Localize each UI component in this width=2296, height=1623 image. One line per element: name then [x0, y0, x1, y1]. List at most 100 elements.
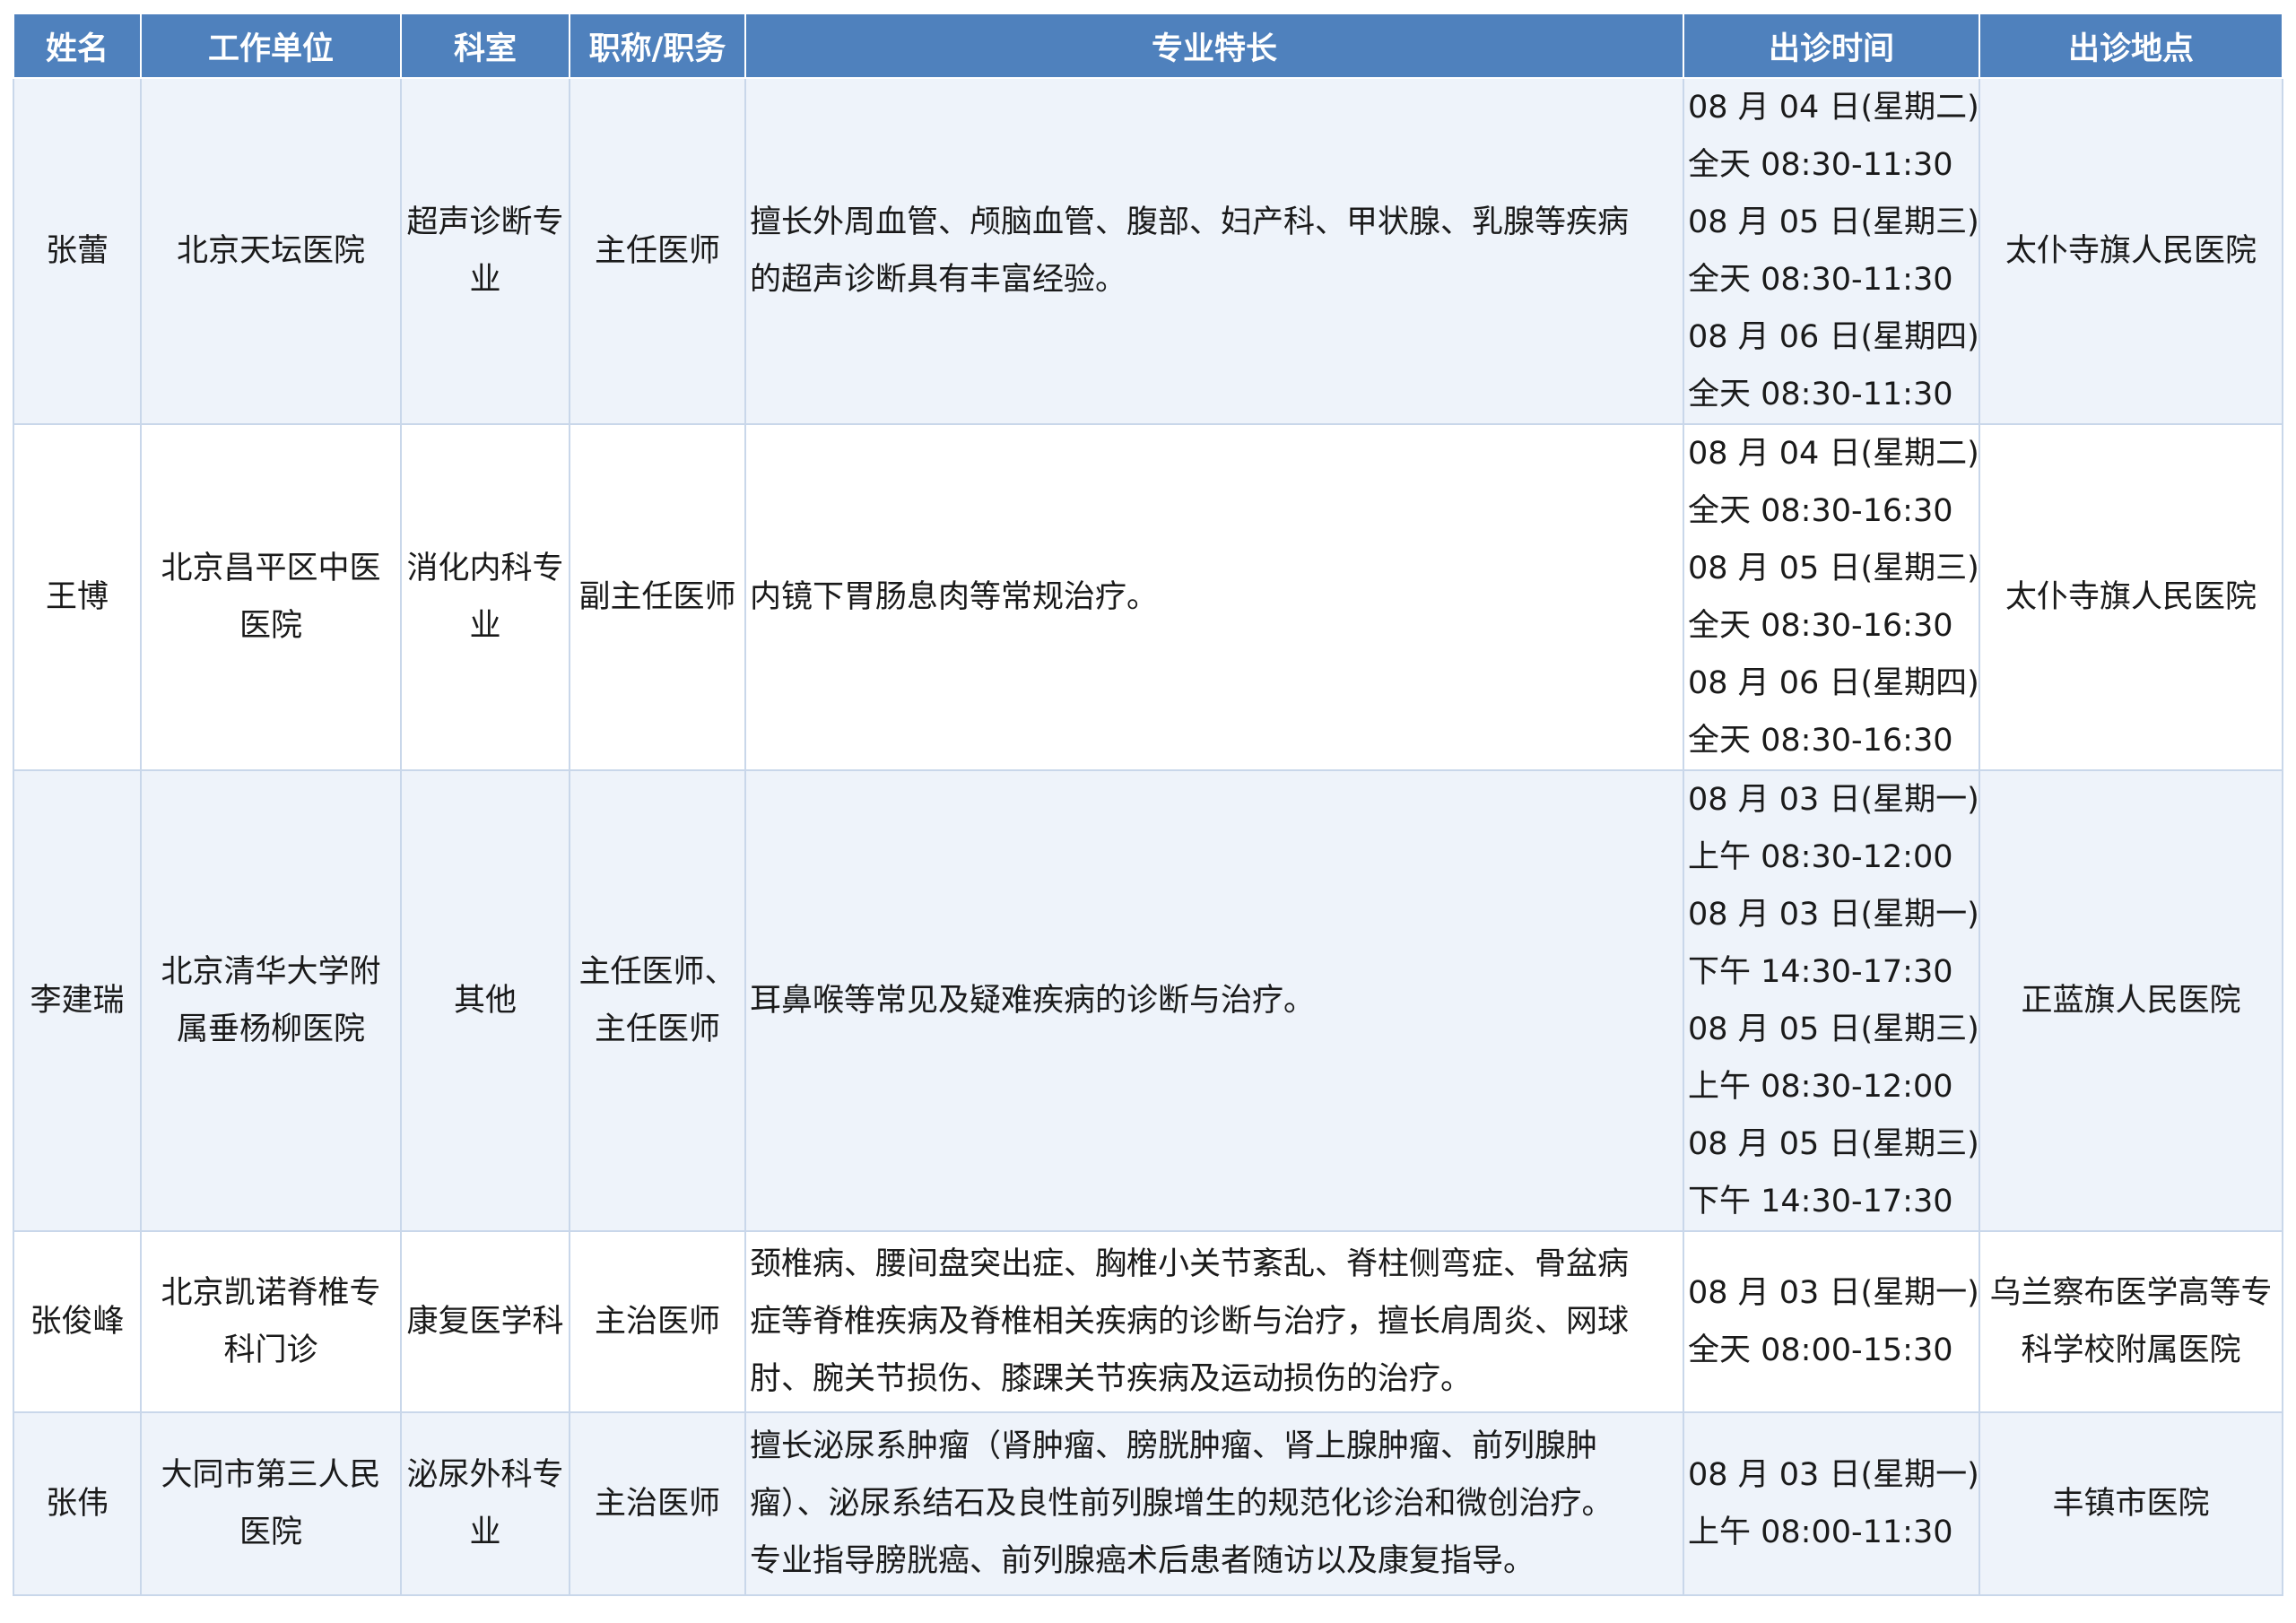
cell-name: 王博 [13, 423, 142, 771]
cell-location: 太仆寺旗人民医院 [1979, 77, 2283, 425]
header-dept: 科室 [400, 13, 570, 79]
cell-dept-line: 其他 [453, 983, 517, 1019]
cell-times-line: 08 月 03 日(星期一) [1688, 897, 1979, 933]
cell-title: 主治医师 [569, 1230, 746, 1413]
cell-times: 08 月 03 日(星期一) 全天 08:00-15:30 [1683, 1230, 1980, 1413]
cell-location: 太仆寺旗人民医院 [1979, 423, 2283, 771]
cell-specialty-line: 瘤）、泌尿系结石及良性前列腺增生的规范化诊治和微创治疗。 [750, 1486, 1613, 1522]
cell-times-line: 08 月 03 日(星期一) [1688, 1275, 1979, 1311]
cell-dept: 消化内科专业 [400, 423, 570, 771]
cell-dept: 泌尿外科专业 [400, 1411, 570, 1596]
header-row: 姓名 工作单位 科室 职称/职务 专业特长 出诊时间 出诊地点 [13, 13, 2283, 79]
cell-times-line: 08 月 04 日(星期二) [1688, 436, 1979, 472]
cell-times-line: 全天 08:00-15:30 [1688, 1332, 1953, 1368]
cell-location-line: 正蓝旗人民医院 [2021, 983, 2241, 1019]
cell-times-line: 全天 08:30-16:30 [1688, 723, 1953, 759]
cell-dept-line: 康复医学科 [406, 1304, 564, 1340]
cell-location-line: 丰镇市医院 [2052, 1486, 2210, 1522]
cell-unit: 北京凯诺脊椎专 科门诊 [140, 1230, 402, 1413]
header-location: 出诊地点 [1979, 13, 2283, 79]
cell-unit-line: 科门诊 [223, 1332, 318, 1368]
cell-specialty-line: 症等脊椎疾病及脊椎相关疾病的诊断与治疗，擅长肩周炎、网球 [750, 1304, 1630, 1340]
cell-dept-line: 业 [469, 262, 501, 298]
cell-unit-line: 医院 [239, 1515, 302, 1550]
cell-specialty: 颈椎病、腰间盘突出症、胸椎小关节紊乱、脊柱侧弯症、骨盆病 症等脊椎疾病及脊椎相关疾… [744, 1230, 1684, 1413]
table-body: 张蕾 北京天坛医院 超声诊断专业主任医师 擅长外周血管、颅脑血管、腹部、妇产科、甲状腺… [13, 77, 2283, 1596]
cell-times-line: 上午 08:30-12:00 [1688, 839, 1953, 875]
cell-times-line: 全天 08:30-11:30 [1688, 262, 1953, 298]
cell-times-line: 08 月 03 日(星期一) [1688, 782, 1979, 818]
table-row: 张伟 大同市第三人民 医院 泌尿外科专业主治医师 擅长泌尿系肿瘤（肾肿瘤、膀胱肿瘤、肾上… [13, 1411, 2283, 1596]
cell-unit: 北京天坛医院 [140, 77, 402, 425]
cell-times-line: 下午 14:30-17:30 [1688, 1184, 1953, 1219]
cell-times-line: 08 月 04 日(星期二) [1688, 90, 1979, 126]
cell-times-line: 08 月 06 日(星期四) [1688, 319, 1979, 355]
cell-location-line: 太仆寺旗人民医院 [2005, 579, 2257, 615]
cell-name: 张伟 [13, 1411, 142, 1596]
cell-times-line: 上午 08:30-12:00 [1688, 1069, 1953, 1105]
cell-times-line: 08 月 05 日(星期三) [1688, 551, 1979, 586]
cell-title-line: 主治医师 [594, 1304, 720, 1340]
cell-dept-line: 业 [469, 608, 501, 644]
cell-specialty-line: 擅长泌尿系肿瘤（肾肿瘤、膀胱肿瘤、肾上腺肿瘤、前列腺肿 [750, 1428, 1598, 1464]
header-unit: 工作单位 [140, 13, 402, 79]
doctor-schedule-table: 姓名 工作单位 科室 职称/职务 专业特长 出诊时间 出诊地点 张蕾 北京天坛医院… [13, 13, 2283, 1596]
cell-title: 主治医师 [569, 1411, 746, 1596]
cell-unit-line: 北京凯诺脊椎专 [161, 1275, 381, 1311]
cell-specialty: 擅长外周血管、颅脑血管、腹部、妇产科、甲状腺、乳腺等疾病 的超声诊断具有丰富经验。 [744, 77, 1684, 425]
cell-title-line: 主任医师 [594, 1011, 720, 1047]
cell-unit: 北京清华大学附 属垂杨柳医院 [140, 769, 402, 1232]
cell-location: 正蓝旗人民医院 [1979, 769, 2283, 1232]
cell-title: 主任医师、 主任医师 [569, 769, 746, 1232]
cell-title: 主任医师 [569, 77, 746, 425]
cell-unit: 北京昌平区中医 医院 [140, 423, 402, 771]
cell-unit: 大同市第三人民 医院 [140, 1411, 402, 1596]
table-row: 张俊峰 北京凯诺脊椎专 科门诊 康复医学科 主治医师 颈椎病、腰间盘突出症、胸椎小关节紊乱… [13, 1230, 2283, 1413]
cell-times-line: 下午 14:30-17:30 [1688, 954, 1953, 990]
cell-unit-line: 北京昌平区中医 [161, 551, 381, 586]
cell-name: 张蕾 [13, 77, 142, 425]
cell-unit-line: 医院 [239, 608, 302, 644]
cell-title: 副主任医师 [569, 423, 746, 771]
cell-title-line: 副主任医师 [578, 579, 736, 615]
cell-unit-line: 大同市第三人民 [161, 1457, 381, 1493]
cell-dept: 超声诊断专业 [400, 77, 570, 425]
cell-specialty: 耳鼻喉等常见及疑难疾病的诊断与治疗。 [744, 769, 1684, 1232]
cell-times: 08 月 04 日(星期二) 全天 08:30-16:30 08 月 05 日(星期… [1683, 423, 1980, 771]
cell-times-line: 08 月 05 日(星期三) [1688, 204, 1979, 240]
cell-unit-line: 北京清华大学附 [161, 954, 381, 990]
cell-title-line: 主任医师 [594, 233, 720, 269]
cell-dept-line: 消化内科专 [406, 551, 564, 586]
cell-location-line: 乌兰察布医学高等专 [1989, 1275, 2273, 1311]
cell-location: 乌兰察布医学高等专 科学校附属医院 [1979, 1230, 2283, 1413]
cell-name: 李建瑞 [13, 769, 142, 1232]
table-row: 张蕾 北京天坛医院 超声诊断专业主任医师 擅长外周血管、颅脑血管、腹部、妇产科、甲状腺… [13, 77, 2283, 425]
cell-times-line: 上午 08:00-11:30 [1688, 1515, 1953, 1550]
cell-title-line: 主治医师 [594, 1486, 720, 1522]
header-specialty: 专业特长 [744, 13, 1684, 79]
cell-dept: 其他 [400, 769, 570, 1232]
cell-times: 08 月 04 日(星期二) 全天 08:30-11:30 08 月 05 日(星期… [1683, 77, 1980, 425]
cell-times-line: 全天 08:30-11:30 [1688, 377, 1953, 412]
table-row: 王博 北京昌平区中医 医院 消化内科专业副主任医师 内镜下胃肠息肉等常规治疗。 08 月 … [13, 423, 2283, 771]
cell-unit-line: 北京天坛医院 [176, 233, 365, 269]
cell-times-line: 08 月 05 日(星期三) [1688, 1126, 1979, 1162]
cell-specialty-line: 专业指导膀胱癌、前列腺癌术后患者随访以及康复指导。 [750, 1543, 1535, 1579]
cell-times-line: 08 月 03 日(星期一) [1688, 1457, 1979, 1493]
cell-specialty-line: 颈椎病、腰间盘突出症、胸椎小关节紊乱、脊柱侧弯症、骨盆病 [750, 1246, 1630, 1282]
cell-dept-line: 泌尿外科专 [406, 1457, 564, 1493]
cell-specialty-line: 的超声诊断具有丰富经验。 [750, 262, 1127, 298]
cell-times-line: 全天 08:30-16:30 [1688, 608, 1953, 644]
cell-location: 丰镇市医院 [1979, 1411, 2283, 1596]
cell-dept: 康复医学科 [400, 1230, 570, 1413]
header-title: 职称/职务 [569, 13, 746, 79]
cell-location-line: 科学校附属医院 [2021, 1332, 2241, 1368]
cell-times-line: 全天 08:30-11:30 [1688, 147, 1953, 183]
cell-dept-line: 业 [469, 1515, 501, 1550]
cell-specialty: 内镜下胃肠息肉等常规治疗。 [744, 423, 1684, 771]
cell-unit-line: 属垂杨柳医院 [176, 1011, 365, 1047]
cell-dept-line: 超声诊断专 [406, 204, 564, 240]
cell-times: 08 月 03 日(星期一) 上午 08:30-12:00 08 月 03 日(星期… [1683, 769, 1980, 1232]
cell-specialty-line: 内镜下胃肠息肉等常规治疗。 [750, 579, 1159, 615]
cell-times-line: 08 月 06 日(星期四) [1688, 665, 1979, 701]
